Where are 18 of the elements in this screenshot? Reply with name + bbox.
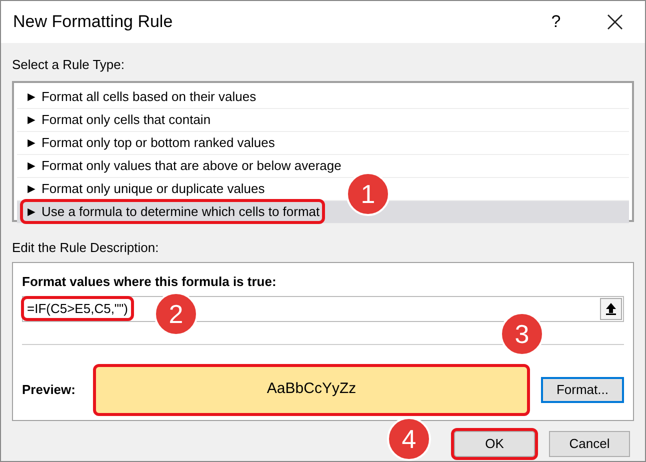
section-label: Select a Rule Type:	[12, 56, 126, 74]
dialog-button[interactable]: OK	[454, 431, 535, 457]
close-icon[interactable]	[607, 14, 623, 30]
rule-type-item[interactable]: ► Format only cells that contain	[17, 108, 629, 132]
dialog-button[interactable]: Cancel	[549, 431, 630, 457]
upload-arrow-icon	[605, 302, 617, 315]
step-number-marker: 4	[387, 417, 431, 461]
help-button[interactable]: ?	[541, 9, 571, 35]
section-label: Edit the Rule Description:	[12, 238, 160, 257]
preview-swatch: AaBbCcYyZz	[96, 366, 527, 412]
formula-label: Format values where this formula is true:	[22, 273, 278, 291]
formula-field[interactable]: =IF(C5>E5,C5,"")	[24, 298, 131, 318]
preview-label: Preview:	[22, 380, 76, 399]
rule-type-item[interactable]: ► Format all cells based on their values	[17, 86, 629, 108]
collapse-button[interactable]	[600, 298, 622, 320]
rule-type-item[interactable]: ► Format only top or bottom ranked values	[17, 132, 629, 154]
window-title: New Formatting Rule	[13, 11, 174, 34]
format-button[interactable]: Format...	[540, 376, 624, 402]
